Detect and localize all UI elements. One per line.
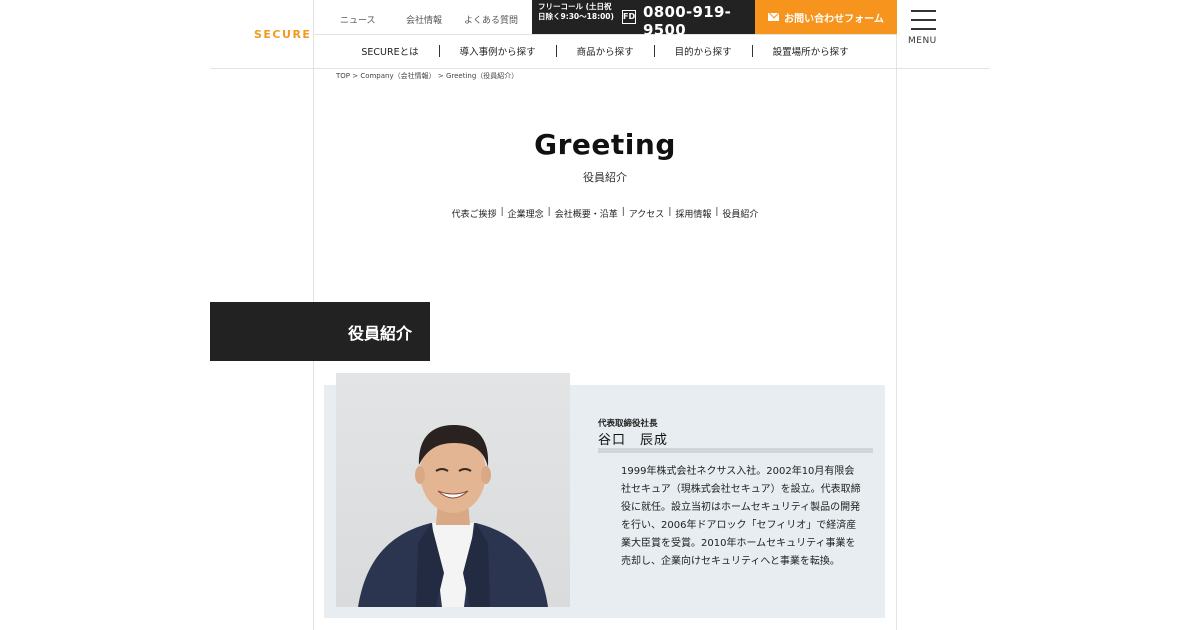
subnav-overview[interactable]: 会社概要・沿革 (551, 207, 622, 220)
subnav-access[interactable]: アクセス (625, 207, 669, 220)
subnav-recruit[interactable]: 採用情報 (671, 207, 715, 220)
profile-name: 谷口 辰成 (598, 433, 669, 448)
util-link-news[interactable]: ニュース (340, 13, 376, 26)
nav-item-purpose[interactable]: 目的から探す (655, 44, 752, 58)
site-logo[interactable]: SECURE (254, 28, 311, 41)
section-heading: 役員紹介 (210, 302, 430, 361)
contact-form-label: お問い合わせフォーム (784, 13, 884, 25)
menu-label: MENU (908, 36, 937, 46)
freecall-number[interactable]: 0800-919-9500 (643, 3, 755, 39)
freecall-label: フリーコール (土日祝日除く9:30〜18:00) (538, 2, 614, 21)
nav-item-products[interactable]: 商品から探す (557, 44, 654, 58)
nav-item-location[interactable]: 設置場所から探す (753, 44, 869, 58)
breadcrumb[interactable]: TOP > Company（会社情報） > Greeting（役員紹介） (336, 71, 518, 81)
header-divider (210, 68, 990, 69)
content-right-border (896, 0, 897, 630)
freedial-icon: FD (622, 10, 636, 24)
subnav-greeting[interactable]: 代表ご挨拶 (448, 207, 501, 220)
global-nav: SECUREとは 導入事例から探す 商品から探す 目的から探す 設置場所から探す (313, 44, 897, 58)
profile-photo (336, 373, 570, 607)
hamburger-icon-bar (911, 19, 936, 21)
util-link-faq[interactable]: よくある質問 (464, 13, 518, 26)
hamburger-icon (911, 10, 936, 12)
section-heading-text: 役員紹介 (347, 323, 412, 343)
util-link-company[interactable]: 会社情報 (406, 13, 442, 26)
profile-role: 代表取締役社長 (598, 419, 658, 429)
subnav-officers[interactable]: 役員紹介 (718, 207, 762, 220)
company-subnav: 代表ご挨拶 | 企業理念 | 会社概要・沿革 | アクセス | 採用情報 | 役員紹介 (313, 207, 897, 220)
page-title: Greeting (534, 128, 676, 161)
subnav-philosophy[interactable]: 企業理念 (504, 207, 548, 220)
profile-bio: 1999年株式会社ネクサス入社。2002年10月有限会社セキュア（現株式会社セキ… (621, 466, 861, 567)
page-subtitle: 役員紹介 (583, 171, 627, 184)
contact-form-button[interactable]: お問い合わせフォーム (755, 0, 897, 34)
hamburger-icon-bar (911, 28, 936, 30)
mail-icon (768, 13, 780, 21)
freecall-box[interactable]: フリーコール (土日祝日除く9:30〜18:00) FD 0800-919-95… (532, 0, 755, 39)
name-underline (598, 448, 873, 453)
profile-photo-image (358, 425, 548, 607)
nav-item-about[interactable]: SECUREとは (341, 44, 438, 58)
nav-divider (313, 34, 897, 35)
nav-item-cases[interactable]: 導入事例から探す (440, 44, 556, 58)
menu-button[interactable]: MENU (908, 10, 940, 46)
